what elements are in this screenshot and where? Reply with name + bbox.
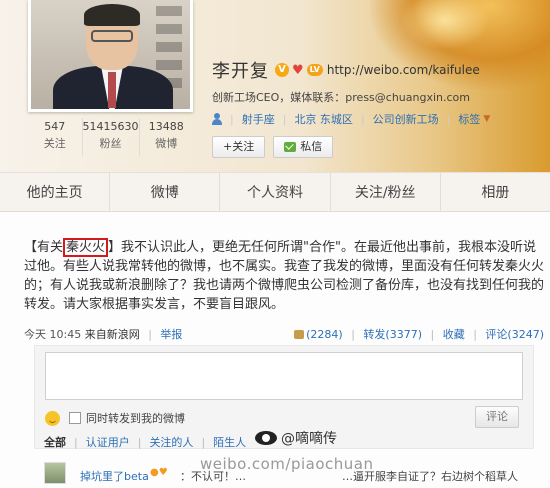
post-meta: 今天 10:45 来自新浪网 | 举报 (2284) | 转发(3377) | …	[24, 326, 544, 342]
comment-input[interactable]	[45, 352, 523, 400]
level-badge[interactable]: LV	[306, 64, 323, 76]
tab-weibo[interactable]: 微博	[110, 173, 221, 211]
stat-following[interactable]: 547 关注	[28, 118, 83, 156]
highlighted-name: 秦火火	[63, 238, 109, 257]
watermark-logo-icon	[255, 431, 277, 445]
tab-home[interactable]: 他的主页	[0, 173, 111, 211]
comment-text-start: ：不认可！…	[180, 470, 246, 483]
comment-filters: 全部 | 认证用户 | 关注的人 | 陌生人	[44, 434, 246, 450]
favorite-link[interactable]: 收藏	[443, 328, 465, 341]
filter-all[interactable]: 全部	[44, 434, 66, 450]
main-content: 【有关 秦火火 】我不认识此人，更绝无任何所谓"合作"。在最近他出事前，我根本没听说…	[0, 212, 550, 488]
divider: |	[201, 435, 206, 449]
commenter-avatar[interactable]	[44, 462, 66, 484]
divider: |	[360, 112, 365, 126]
filter-verified[interactable]: 认证用户	[86, 434, 130, 450]
stat-following-count: 547	[44, 120, 66, 133]
watermark: @嘀嘀传	[255, 428, 337, 448]
also-repost-checkbox[interactable]	[69, 412, 81, 424]
commenter-name[interactable]: 掉坑里了beta	[80, 468, 149, 484]
post-text-prefix: 【有关	[24, 240, 64, 255]
stat-following-label: 关注	[43, 137, 66, 150]
avatar-glasses	[91, 30, 133, 42]
tab-follows-fans[interactable]: 关注/粉丝	[331, 173, 441, 211]
location-link[interactable]: 北京 东城区	[294, 111, 353, 127]
company-link[interactable]: 公司创新工场	[373, 111, 439, 127]
profile-info-row: | 射手座 | 北京 东城区 | 公司创新工场 | 标签 ▼	[212, 110, 490, 128]
post-actions: (2284) | 转发(3377) | 收藏 | 评论(3247)	[294, 326, 544, 342]
profile-description: 创新工场CEO，媒体联系：press@chuangxin.com	[212, 91, 470, 104]
follow-button-label: +关注	[223, 140, 255, 153]
profile-name: 李开复	[212, 61, 269, 82]
watermark-name: @嘀嘀传	[281, 431, 337, 447]
thumbs-up-icon[interactable]	[294, 330, 305, 339]
stat-followers[interactable]: 51415630 粉丝	[83, 118, 140, 156]
profile-name-row: 李开复 V ♥ LV http://weibo.com/kaifulee	[212, 58, 480, 82]
banner-glow	[400, 0, 490, 50]
profile-actions: +关注 私信	[212, 136, 334, 158]
profile-avatar[interactable]	[28, 0, 193, 112]
message-button[interactable]: 私信	[273, 136, 334, 158]
divider: |	[148, 328, 152, 341]
tab-album[interactable]: 相册	[441, 173, 550, 211]
also-repost-label: 同时转发到我的微博	[86, 412, 185, 425]
stat-posts-count: 13488	[148, 120, 184, 133]
filter-strangers[interactable]: 陌生人	[213, 434, 246, 450]
report-link[interactable]: 举报	[160, 328, 182, 341]
stat-posts-label: 微博	[155, 137, 178, 150]
profile-url-link[interactable]: http://weibo.com/kaifulee	[327, 63, 480, 77]
tags-link[interactable]: 标签	[458, 111, 480, 127]
message-button-label: 私信	[300, 140, 323, 153]
comments-link[interactable]: 评论(3247)	[485, 328, 544, 341]
divider: |	[446, 112, 451, 126]
stat-followers-count: 51415630	[82, 120, 139, 133]
verified-icon[interactable]: V	[275, 63, 289, 77]
follow-button[interactable]: +关注	[212, 136, 266, 158]
divider: |	[430, 328, 435, 341]
commenter-badge-icon: ●♥	[150, 467, 168, 478]
filter-following[interactable]: 关注的人	[149, 434, 193, 450]
divider: |	[473, 328, 477, 341]
comment-submit-button[interactable]: 评论	[475, 406, 519, 428]
profile-tabs: 他的主页 微博 个人资料 关注/粉丝 相册	[0, 172, 550, 212]
divider: |	[230, 112, 234, 126]
comment-item: 掉坑里了beta ●♥ ：不认可！… …逼开服李自证了？右边树个稻草人	[44, 460, 544, 488]
zodiac-link[interactable]: 射手座	[242, 111, 275, 127]
emoji-icon[interactable]	[45, 411, 60, 426]
person-icon	[212, 113, 222, 125]
divider: |	[282, 112, 287, 126]
stat-posts[interactable]: 13488 微博	[140, 118, 194, 156]
repost-link[interactable]: 转发(3377)	[363, 328, 422, 341]
divider: |	[74, 435, 78, 449]
post-text: 【有关 秦火火 】我不认识此人，更绝无任何所谓"合作"。在最近他出事前，我根本没听说…	[24, 238, 544, 314]
profile-stats: 547 关注 51415630 粉丝 13488 微博	[28, 118, 193, 156]
message-icon	[284, 142, 297, 152]
tab-profile-info[interactable]: 个人资料	[220, 173, 331, 211]
comment-text-end: …逼开服李自证了？右边树个稻草人	[342, 470, 518, 483]
post-source[interactable]: 来自新浪网	[85, 328, 140, 341]
post-time[interactable]: 今天 10:45	[24, 328, 81, 341]
like-count[interactable]: (2284)	[306, 328, 343, 341]
divider: |	[351, 328, 355, 341]
stat-followers-label: 粉丝	[99, 137, 122, 150]
heart-icon: ♥	[292, 62, 304, 78]
avatar-tie	[108, 72, 116, 108]
divider: |	[137, 435, 142, 449]
avatar-hair	[84, 4, 140, 26]
caret-down-icon[interactable]: ▼	[483, 114, 490, 124]
